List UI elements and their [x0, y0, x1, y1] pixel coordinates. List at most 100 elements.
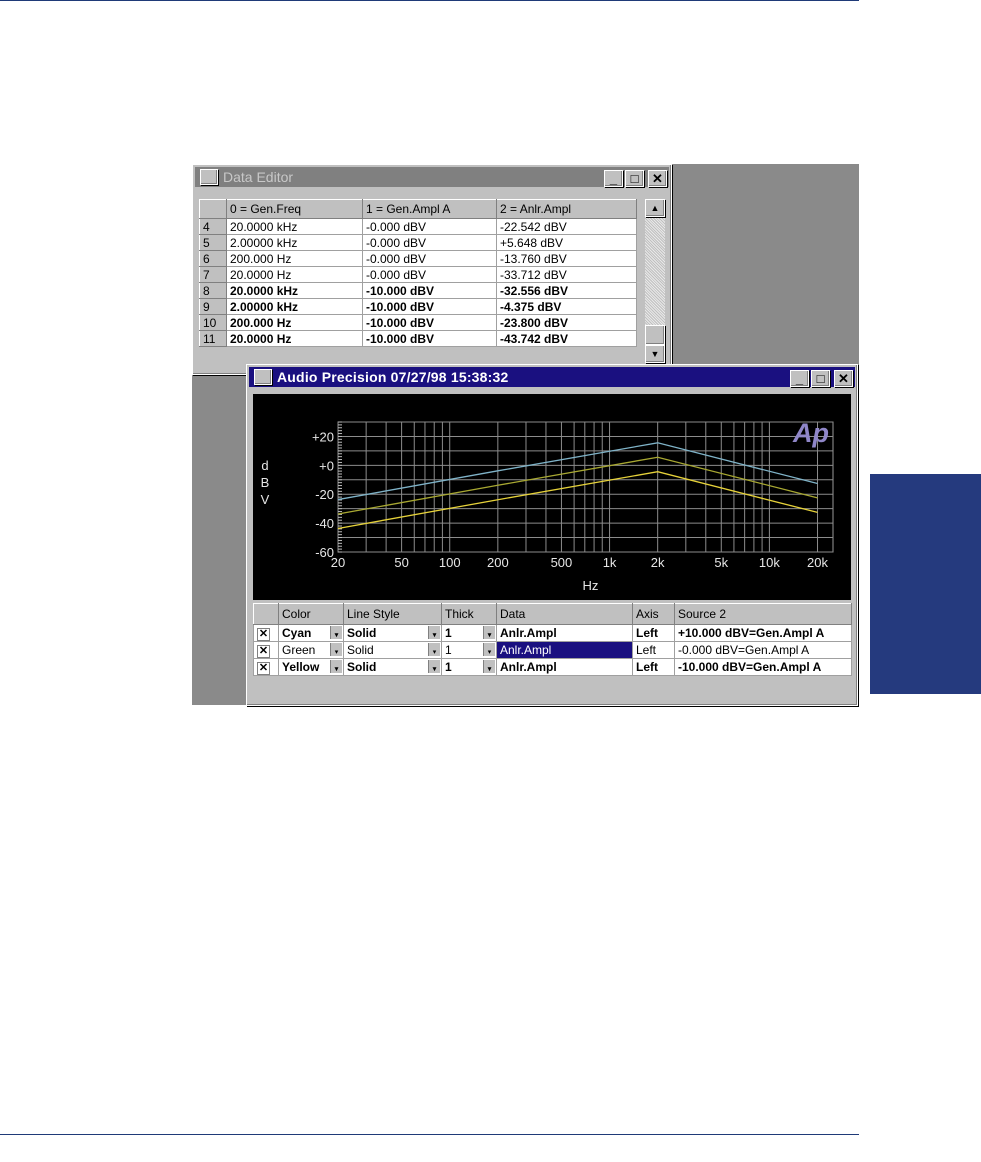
dropdown-arrow-icon[interactable]: ▾	[428, 660, 440, 673]
line-style-select[interactable]: Solid ▾	[343, 658, 442, 676]
data-cell[interactable]: Anlr.Ampl	[496, 624, 633, 642]
source-cell[interactable]: -0.000 dBV=Gen.Ampl A	[674, 641, 852, 659]
maximize-button[interactable]: □	[625, 170, 644, 187]
axis-cell[interactable]: Left	[632, 624, 675, 642]
minimize-button[interactable]: _	[790, 370, 809, 387]
table-row[interactable]: 11 20.0000 Hz -10.000 dBV -43.742 dBV	[199, 330, 637, 347]
data-cell[interactable]: Anlr.Ampl	[496, 658, 633, 676]
anlr-ampl-cell[interactable]: -43.742 dBV	[496, 330, 637, 347]
row-number[interactable]: 4	[199, 218, 227, 235]
anlr-ampl-cell[interactable]: -32.556 dBV	[496, 282, 637, 299]
row-number[interactable]: 11	[199, 330, 227, 347]
data-editor-titlebar[interactable]: Data Editor _ □ ✕	[195, 167, 669, 187]
gen-ampl-cell[interactable]: -0.000 dBV	[362, 266, 497, 283]
window-menu-icon[interactable]	[200, 169, 218, 185]
row-number[interactable]: 6	[199, 250, 227, 267]
freq-cell[interactable]: 2.00000 kHz	[226, 234, 363, 251]
anlr-ampl-cell[interactable]: -33.712 dBV	[496, 266, 637, 283]
color-select[interactable]: Cyan ▾	[278, 624, 344, 642]
line-style-select[interactable]: Solid ▾	[343, 624, 442, 642]
axis-cell[interactable]: Left	[632, 658, 675, 676]
legend-row[interactable]: ✕ Green ▾ Solid ▾ 1 ▾ Anlr.Ampl Left -0.000 dBV=G…	[253, 641, 852, 659]
column-header[interactable]: 1 = Gen.Ampl A	[362, 199, 497, 219]
legend-header[interactable]: Axis	[632, 603, 675, 625]
table-row[interactable]: 9 2.00000 kHz -10.000 dBV -4.375 dBV	[199, 298, 637, 315]
row-number-header[interactable]	[199, 199, 227, 219]
row-number[interactable]: 9	[199, 298, 227, 315]
source-cell[interactable]: -10.000 dBV=Gen.Ampl A	[674, 658, 852, 676]
color-select[interactable]: Yellow ▾	[278, 658, 344, 676]
gen-ampl-cell[interactable]: -10.000 dBV	[362, 314, 497, 331]
source-cell[interactable]: +10.000 dBV=Gen.Ampl A	[674, 624, 852, 642]
window-menu-icon[interactable]	[254, 369, 272, 385]
close-button[interactable]: ✕	[648, 170, 667, 187]
table-row[interactable]: 8 20.0000 kHz -10.000 dBV -32.556 dBV	[199, 282, 637, 299]
minimize-button[interactable]: _	[604, 170, 623, 187]
thick-select[interactable]: 1 ▾	[441, 624, 497, 642]
legend-header[interactable]: Color	[278, 603, 344, 625]
checkbox-cell[interactable]: ✕	[253, 641, 279, 659]
legend-header[interactable]	[253, 603, 279, 625]
table-row[interactable]: 6 200.000 Hz -0.000 dBV -13.760 dBV	[199, 250, 637, 267]
data-cell[interactable]: Anlr.Ampl	[496, 641, 633, 659]
table-row[interactable]: 4 20.0000 kHz -0.000 dBV -22.542 dBV	[199, 218, 637, 235]
row-number[interactable]: 5	[199, 234, 227, 251]
close-button[interactable]: ✕	[834, 370, 853, 387]
color-select[interactable]: Green ▾	[278, 641, 344, 659]
row-number[interactable]: 7	[199, 266, 227, 283]
axis-cell[interactable]: Left	[632, 641, 675, 659]
checkbox-cell[interactable]: ✕	[253, 624, 279, 642]
thick-select[interactable]: 1 ▾	[441, 658, 497, 676]
gen-ampl-cell[interactable]: -10.000 dBV	[362, 282, 497, 299]
table-row[interactable]: 5 2.00000 kHz -0.000 dBV +5.648 dBV	[199, 234, 637, 251]
anlr-ampl-cell[interactable]: -22.542 dBV	[496, 218, 637, 235]
legend-header[interactable]: Data	[496, 603, 633, 625]
row-number[interactable]: 10	[199, 314, 227, 331]
dropdown-arrow-icon[interactable]: ▾	[483, 626, 495, 639]
scroll-up-icon[interactable]: ▲	[645, 199, 665, 217]
gen-ampl-cell[interactable]: -0.000 dBV	[362, 234, 497, 251]
graph-panel[interactable]: +20 +0 -20 -40 -60 20 50 100 200 500 1k 2k 5k 10k 20k H…	[253, 394, 851, 600]
gen-ampl-cell[interactable]: -10.000 dBV	[362, 330, 497, 347]
legend-header[interactable]: Source 2	[674, 603, 852, 625]
column-header[interactable]: 2 = Anlr.Ampl	[496, 199, 637, 219]
dropdown-arrow-icon[interactable]: ▾	[330, 660, 342, 673]
scroll-thumb[interactable]	[645, 325, 665, 345]
freq-cell[interactable]: 20.0000 kHz	[226, 218, 363, 235]
dropdown-arrow-icon[interactable]: ▾	[483, 660, 495, 673]
freq-cell[interactable]: 200.000 Hz	[226, 250, 363, 267]
trace-enabled-checkbox[interactable]: ✕	[257, 661, 270, 675]
freq-cell[interactable]: 2.00000 kHz	[226, 298, 363, 315]
gen-ampl-cell[interactable]: -0.000 dBV	[362, 218, 497, 235]
table-row[interactable]: 10 200.000 Hz -10.000 dBV -23.800 dBV	[199, 314, 637, 331]
thick-select[interactable]: 1 ▾	[441, 641, 497, 659]
dropdown-arrow-icon[interactable]: ▾	[330, 626, 342, 639]
trace-enabled-checkbox[interactable]: ✕	[257, 644, 270, 658]
anlr-ampl-cell[interactable]: -23.800 dBV	[496, 314, 637, 331]
vertical-scrollbar[interactable]: ▲ ▼	[645, 199, 665, 363]
dropdown-arrow-icon[interactable]: ▾	[483, 643, 495, 656]
table-row[interactable]: 7 20.0000 Hz -0.000 dBV -33.712 dBV	[199, 266, 637, 283]
row-number[interactable]: 8	[199, 282, 227, 299]
legend-header[interactable]: Line Style	[343, 603, 442, 625]
dropdown-arrow-icon[interactable]: ▾	[330, 643, 342, 656]
anlr-ampl-cell[interactable]: +5.648 dBV	[496, 234, 637, 251]
freq-cell[interactable]: 20.0000 Hz	[226, 266, 363, 283]
column-header[interactable]: 0 = Gen.Freq	[226, 199, 363, 219]
freq-cell[interactable]: 20.0000 kHz	[226, 282, 363, 299]
scroll-down-icon[interactable]: ▼	[645, 345, 665, 363]
freq-cell[interactable]: 20.0000 Hz	[226, 330, 363, 347]
legend-row[interactable]: ✕ Yellow ▾ Solid ▾ 1 ▾ Anlr.Ampl Left -10.000 dBV…	[253, 658, 852, 676]
gen-ampl-cell[interactable]: -0.000 dBV	[362, 250, 497, 267]
line-style-select[interactable]: Solid ▾	[343, 641, 442, 659]
gen-ampl-cell[interactable]: -10.000 dBV	[362, 298, 497, 315]
anlr-ampl-cell[interactable]: -13.760 dBV	[496, 250, 637, 267]
legend-row[interactable]: ✕ Cyan ▾ Solid ▾ 1 ▾ Anlr.Ampl Left +10.000 dBV=G…	[253, 624, 852, 642]
checkbox-cell[interactable]: ✕	[253, 658, 279, 676]
dropdown-arrow-icon[interactable]: ▾	[428, 626, 440, 639]
freq-cell[interactable]: 200.000 Hz	[226, 314, 363, 331]
trace-enabled-checkbox[interactable]: ✕	[257, 627, 270, 641]
legend-header[interactable]: Thick	[441, 603, 497, 625]
audio-precision-titlebar[interactable]: Audio Precision 07/27/98 15:38:32 _ □ ✕	[249, 367, 855, 387]
maximize-button[interactable]: □	[811, 370, 830, 387]
